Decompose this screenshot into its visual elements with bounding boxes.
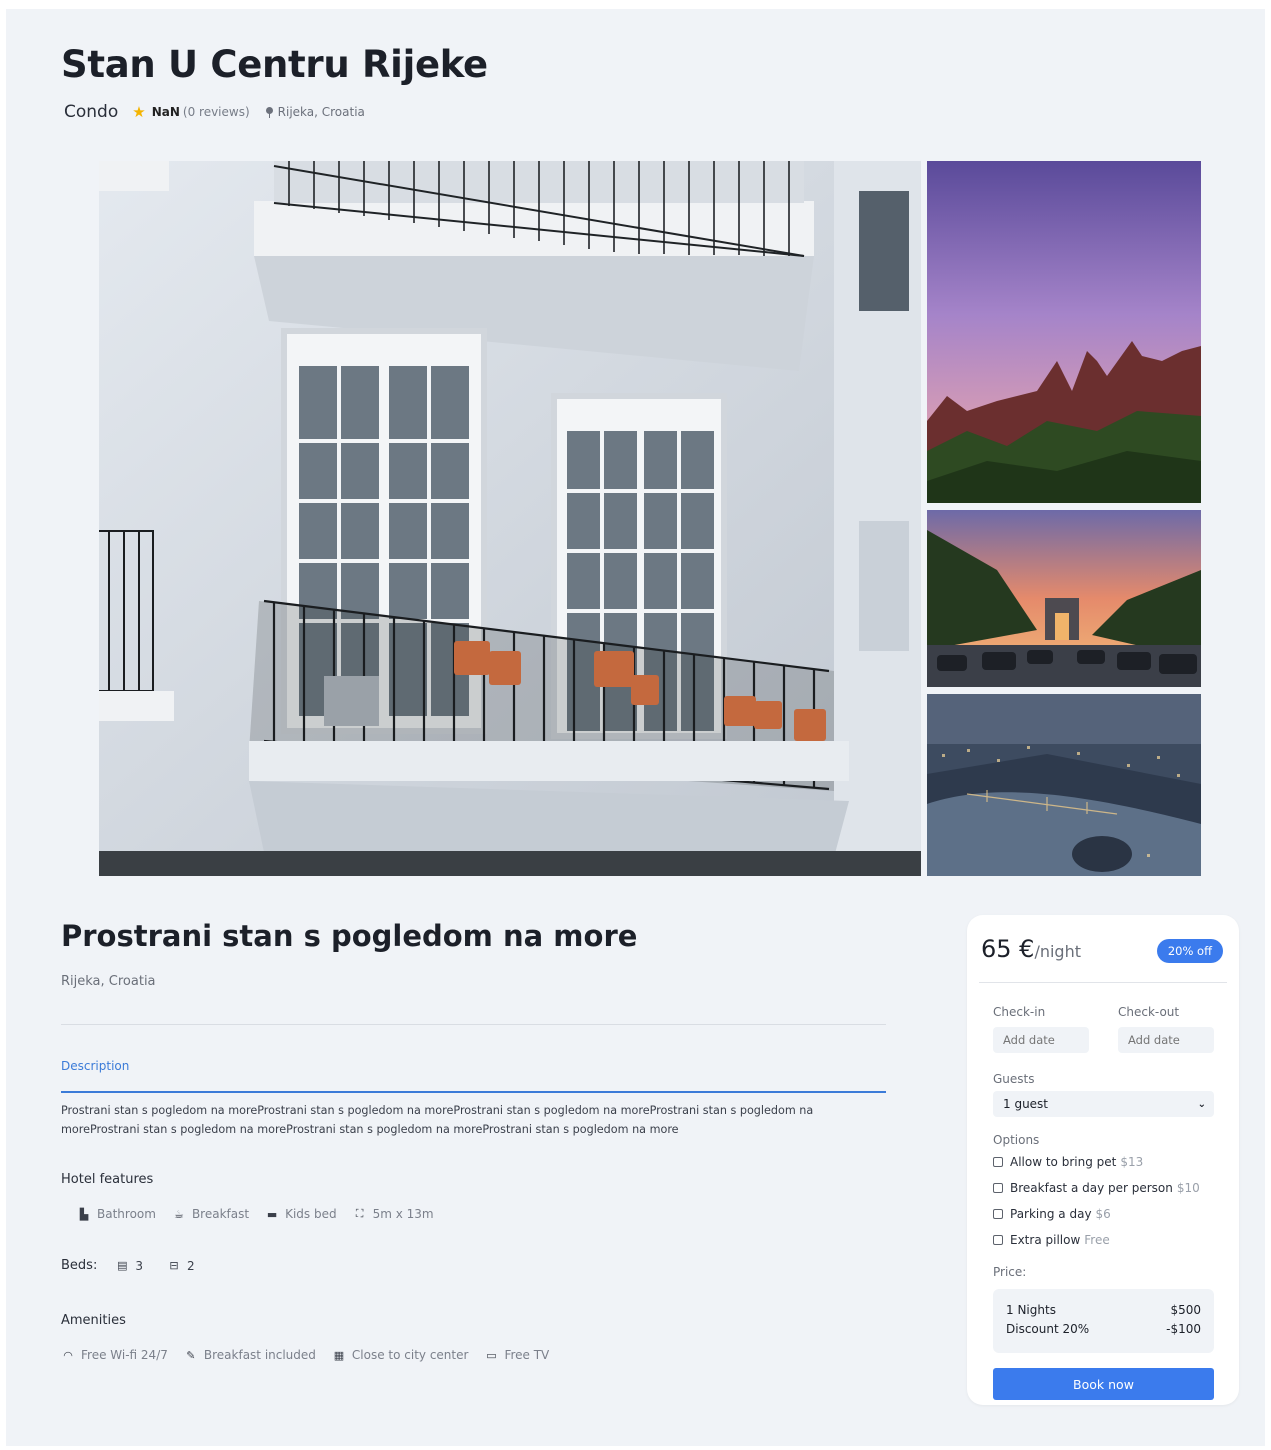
checkbox[interactable] bbox=[993, 1183, 1003, 1193]
rating-value: NaN bbox=[151, 105, 180, 119]
beds-label: Beds: bbox=[61, 1258, 98, 1273]
gallery-photo-boulevard[interactable] bbox=[927, 510, 1201, 687]
gallery-photo-mountains[interactable] bbox=[927, 161, 1201, 503]
amenities-list: ◠ Free Wi-fi 24/7 ✎ Breakfast included ▦… bbox=[61, 1348, 565, 1362]
checkout-label: Check-out bbox=[1118, 1005, 1180, 1019]
listing-meta: Condo ★ NaN (0 reviews) Rijeka, Croatia bbox=[64, 102, 365, 122]
hotel-features-title: Hotel features bbox=[61, 1172, 154, 1187]
listing-location: Rijeka, Croatia bbox=[61, 974, 156, 989]
option-parking[interactable]: Parking a day $6 bbox=[993, 1207, 1111, 1221]
price-value: 65 € bbox=[981, 935, 1035, 963]
booking-card: 65 €/night 20% off Check-in Check-out Gu… bbox=[967, 915, 1239, 1405]
feature-size: ⛶ 5m x 13m bbox=[353, 1207, 434, 1221]
amenity-city-center: ▦ Close to city center bbox=[333, 1348, 469, 1362]
amenity-tv: ▭ Free TV bbox=[486, 1348, 550, 1362]
checkout-date-input[interactable] bbox=[1118, 1027, 1214, 1053]
amenities-title: Amenities bbox=[61, 1313, 126, 1328]
checkin-date-input[interactable] bbox=[993, 1027, 1089, 1053]
card-divider bbox=[979, 982, 1227, 983]
description-text: Prostrani stan s pogledom na moreProstra… bbox=[61, 1104, 814, 1136]
tab-indicator bbox=[61, 1091, 886, 1093]
feature-bathroom: ▙ Bathroom bbox=[77, 1207, 156, 1221]
single-bed-icon: ⊟ bbox=[169, 1259, 179, 1272]
bath-icon: ▙ bbox=[79, 1207, 89, 1221]
option-extra-pillow[interactable]: Extra pillow Free bbox=[993, 1233, 1110, 1247]
tab-description[interactable]: Description bbox=[61, 1059, 129, 1073]
double-bed-icon: ▤ bbox=[117, 1259, 128, 1272]
guests-select[interactable]: 1 guest ⌄ bbox=[993, 1091, 1214, 1117]
feature-kids-bed: ▬ Kids bed bbox=[266, 1207, 337, 1221]
beds-single: ⊟ 2 bbox=[167, 1259, 194, 1273]
summary-nights: 1 Nights $500 bbox=[1006, 1303, 1201, 1317]
map-pin-icon bbox=[265, 106, 273, 118]
discount-badge: 20% off bbox=[1156, 939, 1223, 963]
book-now-button[interactable]: Book now bbox=[993, 1368, 1214, 1400]
feature-breakfast: ☕ Breakfast bbox=[172, 1207, 249, 1221]
property-type: Condo bbox=[64, 102, 119, 122]
price-per-night: 65 €/night bbox=[981, 935, 1081, 963]
checkbox[interactable] bbox=[993, 1209, 1003, 1219]
checkbox[interactable] bbox=[993, 1157, 1003, 1167]
chevron-down-icon: ⌄ bbox=[1197, 1098, 1206, 1110]
expand-icon: ⛶ bbox=[355, 1207, 364, 1220]
price-label: Price: bbox=[993, 1265, 1027, 1279]
guests-value: 1 guest bbox=[1003, 1097, 1049, 1111]
listing-title: Prostrani stan s pogledom na more bbox=[61, 919, 638, 953]
building-icon: ▦ bbox=[333, 1348, 345, 1362]
checkbox[interactable] bbox=[993, 1235, 1003, 1245]
guests-label: Guests bbox=[993, 1072, 1035, 1086]
beds-double: ▤ 3 bbox=[117, 1258, 143, 1273]
reviews-count[interactable]: (0 reviews) bbox=[183, 105, 250, 119]
checkin-label: Check-in bbox=[993, 1005, 1046, 1019]
utensils-icon: ✎ bbox=[186, 1348, 196, 1362]
price-unit: /night bbox=[1034, 942, 1081, 961]
page-title: Stan U Centru Rijeke bbox=[61, 43, 488, 86]
option-pet[interactable]: Allow to bring pet $13 bbox=[993, 1155, 1143, 1169]
amenity-breakfast: ✎ Breakfast included bbox=[184, 1348, 316, 1362]
option-breakfast[interactable]: Breakfast a day per person $10 bbox=[993, 1181, 1200, 1195]
page-background: Stan U Centru Rijeke Condo ★ NaN (0 revi… bbox=[6, 9, 1265, 1446]
price-summary: 1 Nights $500 Discount 20% -$100 bbox=[993, 1289, 1214, 1353]
tv-icon: ▭ bbox=[486, 1348, 497, 1362]
star-icon: ★ bbox=[132, 103, 146, 121]
summary-discount: Discount 20% -$100 bbox=[1006, 1322, 1201, 1336]
coffee-icon: ☕ bbox=[174, 1207, 184, 1221]
hotel-features-list: ▙ Bathroom ☕ Breakfast ▬ Kids bed ⛶ 5m x… bbox=[77, 1207, 450, 1221]
wifi-icon: ◠ bbox=[63, 1348, 73, 1362]
section-divider bbox=[61, 1024, 886, 1025]
beds-row: Beds: ▤ 3 ⊟ 2 bbox=[61, 1258, 211, 1273]
bed-icon: ▬ bbox=[266, 1207, 278, 1221]
header-location[interactable]: Rijeka, Croatia bbox=[278, 105, 365, 119]
main-photo[interactable] bbox=[99, 161, 921, 876]
amenity-wifi: ◠ Free Wi-fi 24/7 bbox=[61, 1348, 168, 1362]
gallery-photo-city[interactable] bbox=[927, 694, 1201, 876]
options-label: Options bbox=[993, 1133, 1040, 1147]
